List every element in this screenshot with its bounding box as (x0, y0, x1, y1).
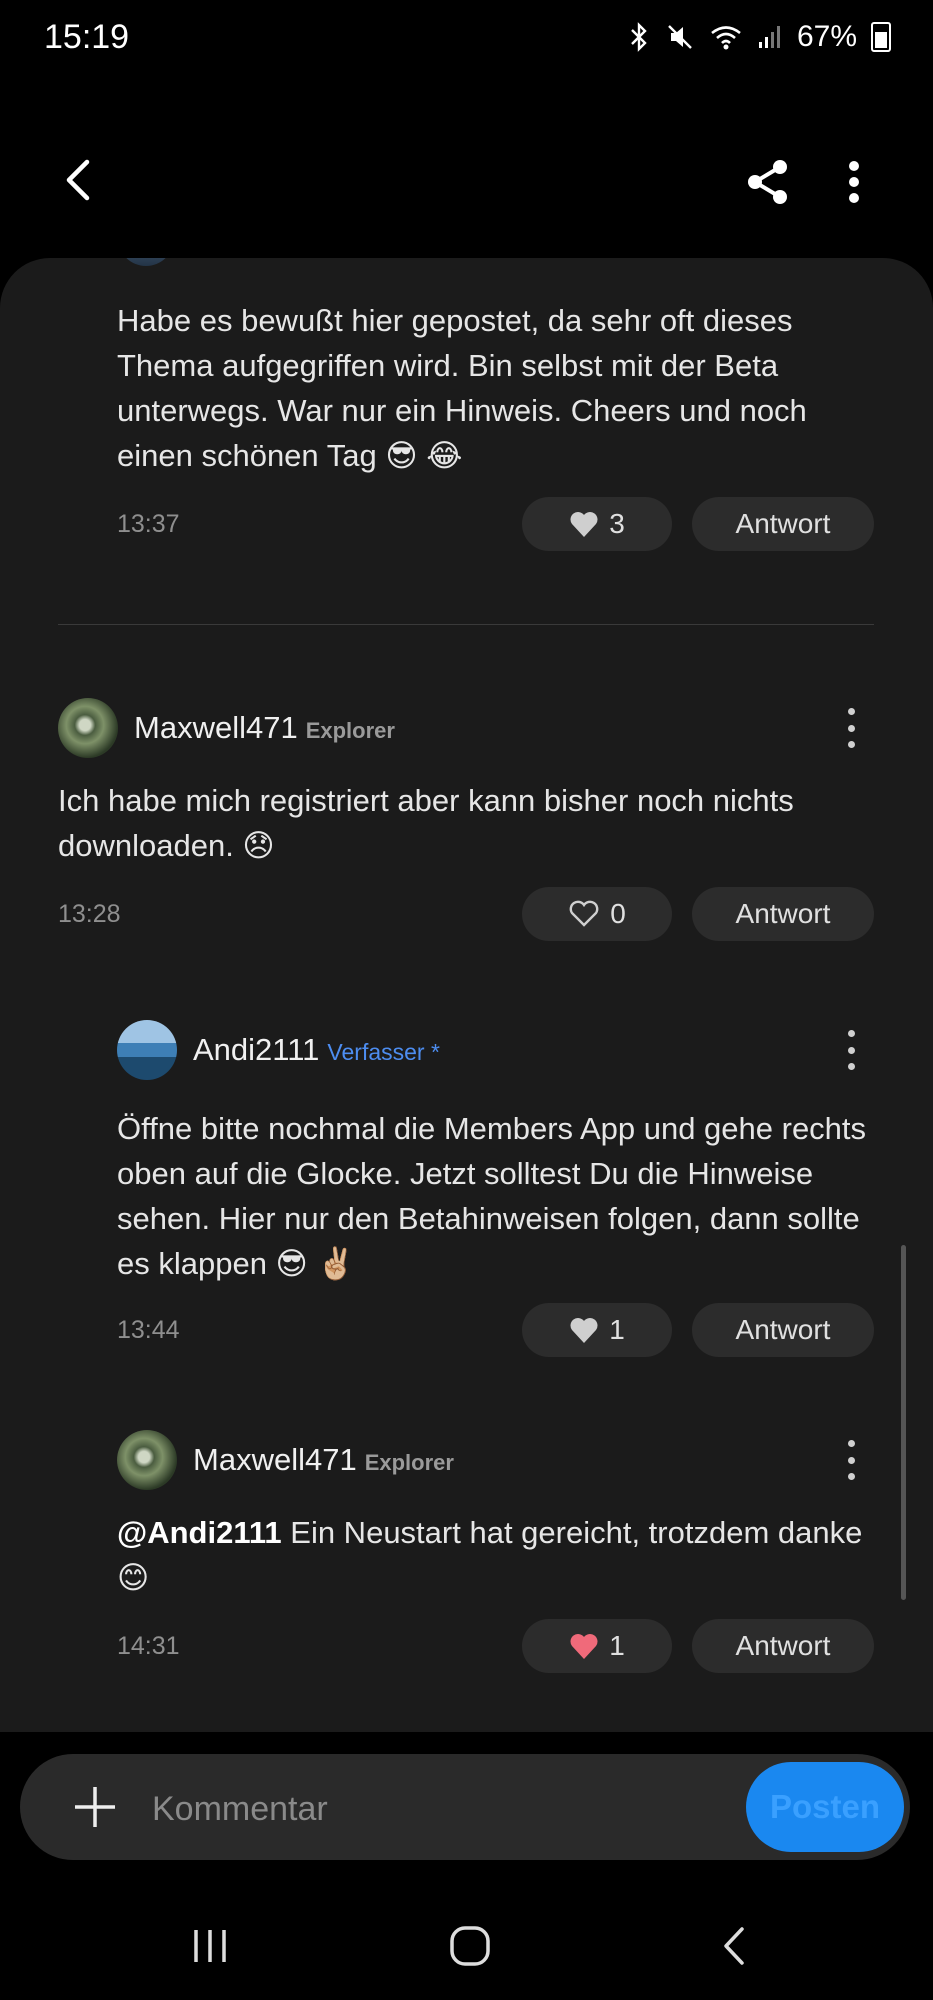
status-time: 15:19 (44, 18, 130, 56)
like-count: 0 (610, 898, 626, 929)
comment-input[interactable] (150, 1780, 714, 1838)
comment-header: Maxwell471 Explorer (134, 710, 395, 746)
user-rank: Explorer (364, 1450, 454, 1475)
comment-header: Maxwell471 Explorer (193, 1442, 454, 1478)
battery-percent: 67% (796, 20, 857, 53)
divider (58, 624, 874, 625)
like-count: 1 (609, 1314, 625, 1345)
like-count: 1 (609, 1630, 625, 1661)
comment-time: 13:37 (117, 510, 180, 538)
scrollbar[interactable] (901, 1245, 906, 1600)
heart-filled-icon (570, 1634, 598, 1659)
more-options-button[interactable] (826, 152, 882, 212)
username[interactable]: Andi2111 (193, 1032, 319, 1067)
home-icon (450, 1926, 490, 1966)
mute-icon (668, 25, 692, 49)
avatar[interactable] (58, 698, 118, 758)
wifi-icon (711, 26, 741, 50)
avatar[interactable] (117, 1020, 177, 1080)
heart-icon (570, 1318, 598, 1343)
reply-button[interactable]: Antwort (692, 497, 874, 551)
status-icons: 67% (627, 20, 891, 54)
share-icon (748, 160, 787, 204)
like-button[interactable]: 1 (522, 1619, 672, 1673)
back-button[interactable] (50, 152, 106, 208)
comment-time: 13:28 (58, 900, 121, 928)
comment-time: 14:31 (117, 1632, 180, 1660)
comment-more-button[interactable] (845, 1030, 857, 1070)
user-mention[interactable]: @Andi2111 (117, 1515, 282, 1550)
recent-apps-icon (194, 1930, 226, 1962)
bluetooth-icon (631, 22, 647, 52)
reply-button[interactable]: Antwort (692, 1303, 874, 1357)
chevron-left-icon (66, 159, 90, 201)
nav-back-button[interactable] (704, 1916, 764, 1976)
share-button[interactable] (738, 152, 798, 212)
user-rank: Verfasser * (327, 1039, 440, 1065)
like-button[interactable]: 3 (522, 497, 672, 551)
comment-text: @Andi2111 Ein Neustart hat gereicht, tro… (117, 1510, 877, 1600)
comment-text: Öffne bitte nochmal die Members App und … (117, 1111, 867, 1281)
comment-header: Andi2111 Verfasser * (193, 1032, 440, 1068)
home-button[interactable] (440, 1916, 500, 1976)
like-button[interactable]: 0 (522, 887, 672, 941)
reply-button[interactable]: Antwort (692, 1619, 874, 1673)
like-button[interactable]: 1 (522, 1303, 672, 1357)
user-rank: Explorer (305, 718, 395, 743)
plus-icon (75, 1787, 115, 1827)
recent-apps-button[interactable] (180, 1916, 240, 1976)
post-button[interactable]: Posten (746, 1762, 904, 1852)
username[interactable]: Maxwell471 (134, 710, 298, 745)
reply-button[interactable]: Antwort (692, 887, 874, 941)
battery-icon (871, 22, 891, 52)
signal-icon (758, 26, 780, 48)
comment-time: 13:44 (117, 1316, 180, 1344)
heart-outline-icon (569, 900, 599, 927)
comment-more-button[interactable] (845, 1440, 857, 1480)
chevron-left-icon (724, 1927, 744, 1965)
comment-text: Ich habe mich registriert aber kann bish… (58, 783, 794, 863)
more-vertical-icon (849, 161, 859, 203)
comment-text: Habe es bewußt hier gepostet, da sehr of… (117, 303, 807, 473)
comment-more-button[interactable] (845, 708, 857, 748)
add-attachment-button[interactable] (66, 1778, 124, 1836)
username[interactable]: Maxwell471 (193, 1442, 357, 1477)
heart-icon (570, 512, 598, 537)
like-count: 3 (609, 508, 625, 539)
avatar[interactable] (117, 1430, 177, 1490)
